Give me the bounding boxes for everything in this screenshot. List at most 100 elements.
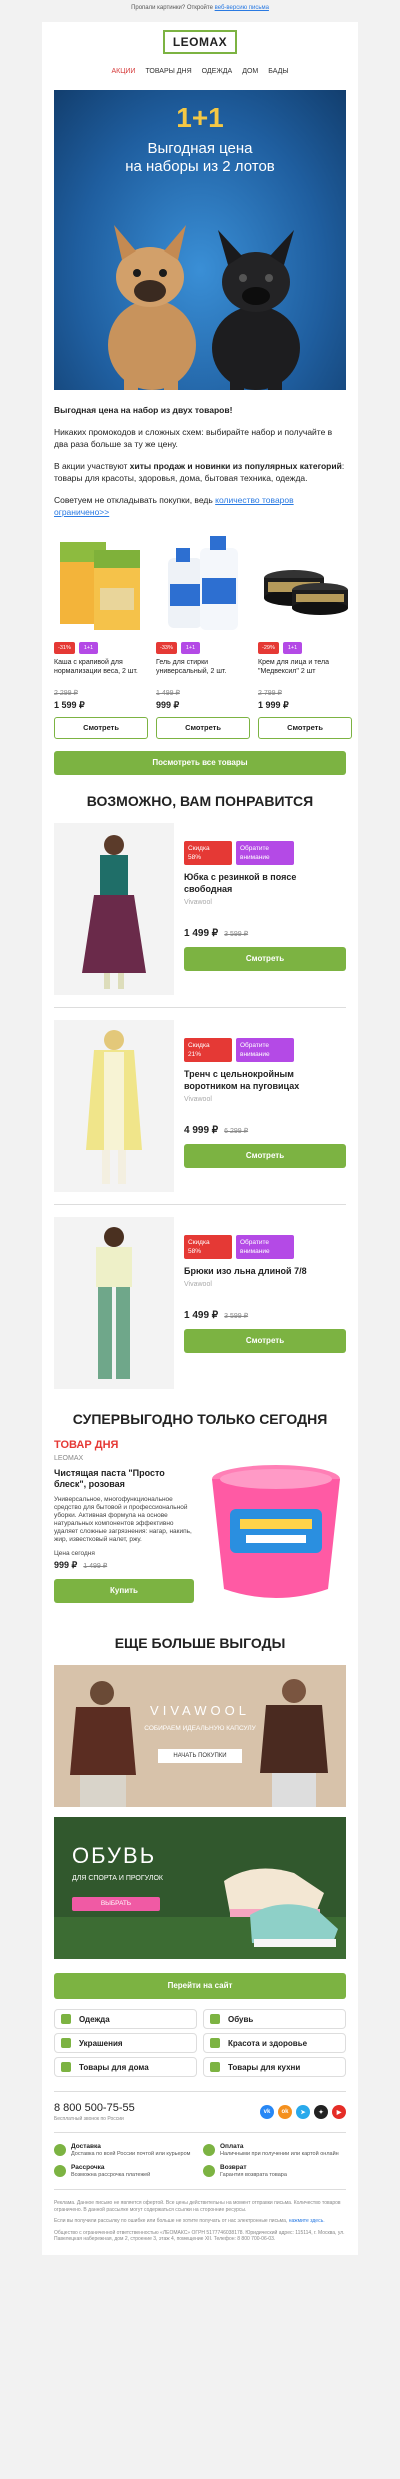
nav-item-home[interactable]: ДОМ bbox=[242, 68, 258, 75]
hero-banner[interactable]: 1+1 Выгодная цена на наборы из 2 лотов bbox=[54, 90, 346, 390]
nav-item-clothes[interactable]: ОДЕЖДА bbox=[202, 68, 233, 75]
rec-name[interactable]: Тренч с цельнокройным воротником на пуго… bbox=[184, 1068, 346, 1092]
category-kitchen[interactable]: Товары для кухни bbox=[203, 2057, 346, 2077]
rec-price-row: 4 999 ₽ 6 299 ₽ bbox=[184, 1125, 346, 1136]
product-old-price: 2 299 ₽ bbox=[54, 690, 78, 697]
rec-old-price: 3 599 ₽ bbox=[224, 931, 249, 938]
house-icon bbox=[61, 2062, 71, 2072]
sale-label: Скидка bbox=[188, 845, 210, 852]
view-all-button[interactable]: Посмотреть все товары bbox=[54, 751, 346, 775]
category-jewelry[interactable]: Украшения bbox=[54, 2033, 197, 2053]
product-badges: -29% 1+1 bbox=[258, 642, 352, 654]
phone-note: Бесплатный звонок по России bbox=[54, 2116, 124, 2122]
deal-price-label: Цена сегодня bbox=[54, 1550, 95, 1557]
category-shoes[interactable]: Обувь bbox=[203, 2009, 346, 2029]
shoe-icon bbox=[210, 2014, 220, 2024]
choose-button[interactable]: ВЫБРАТЬ bbox=[72, 1897, 160, 1911]
divider bbox=[54, 1204, 346, 1205]
category-clothes[interactable]: Одежда bbox=[54, 2009, 197, 2029]
pot-icon bbox=[210, 2062, 220, 2072]
web-version-link[interactable]: веб-версию письма bbox=[215, 5, 269, 11]
logo[interactable]: LEOMAX bbox=[162, 30, 238, 54]
product-image[interactable] bbox=[156, 528, 250, 638]
view-button[interactable]: Смотреть bbox=[258, 717, 352, 739]
rec-badges: Скидка 58% Обратите внимание bbox=[184, 841, 346, 865]
rec-brand: Vivawool bbox=[184, 1281, 212, 1288]
category-label: Обувь bbox=[228, 2014, 254, 2024]
vk-icon[interactable]: vk bbox=[260, 2105, 274, 2119]
product-image[interactable] bbox=[54, 528, 148, 638]
banner-shoes-sub: ДЛЯ СПОРТА И ПРОГУЛОК bbox=[72, 1875, 163, 1882]
features: Доставка Доставка по всей России почтой и… bbox=[42, 2143, 358, 2179]
rec-image[interactable] bbox=[54, 1020, 174, 1192]
legal-text: Реклама. Данное письмо не является оферт… bbox=[42, 2200, 358, 2255]
rec-info: Скидка 58% Обратите внимание Юбка с резинк… bbox=[184, 823, 346, 995]
view-button[interactable]: Смотреть bbox=[156, 717, 250, 739]
rec-item: Скидка 58% Обратите внимание Брюки изо льн… bbox=[42, 1217, 358, 1389]
promo-badge: 1+1 bbox=[180, 642, 201, 654]
feature-return: Возврат Гарантия возврата товара bbox=[203, 2164, 346, 2179]
promo-badge: 1+1 bbox=[282, 642, 303, 654]
rec-price-row: 1 499 ₽ 3 599 ₽ bbox=[184, 1310, 346, 1321]
nav-item-supplements[interactable]: БАДЫ bbox=[268, 68, 288, 75]
unsubscribe-link[interactable]: нажмите здесь. bbox=[289, 2218, 325, 2224]
dress-icon bbox=[61, 2014, 71, 2024]
buy-button[interactable]: Купить bbox=[54, 1579, 194, 1603]
social-links: vk ok ➤ ✦ ▶ bbox=[260, 2105, 346, 2119]
legal-disclaimer: Реклама. Данное письмо не является оферт… bbox=[54, 2200, 341, 2213]
discount-badge: -31% bbox=[54, 642, 75, 654]
sale-percent: 21% bbox=[188, 1051, 202, 1058]
discount-badge: -33% bbox=[156, 642, 177, 654]
rec-view-button[interactable]: Смотреть bbox=[184, 947, 346, 971]
hero-line-1: Выгодная цена bbox=[147, 140, 253, 157]
percent-icon bbox=[54, 2165, 66, 2177]
nav-item-sales[interactable]: АКЦИИ bbox=[111, 68, 135, 75]
dog-fawn-image bbox=[108, 225, 196, 390]
sale-percent: 58% bbox=[188, 1248, 202, 1255]
view-button[interactable]: Смотреть bbox=[54, 717, 148, 739]
telegram-icon[interactable]: ➤ bbox=[296, 2105, 310, 2119]
rec-view-button[interactable]: Смотреть bbox=[184, 1329, 346, 1353]
category-label: Одежда bbox=[79, 2014, 110, 2024]
rec-brand: Vivawool bbox=[184, 899, 212, 906]
rec-badges: Скидка 21% Обратите внимание bbox=[184, 1038, 346, 1062]
rec-old-price: 3 599 ₽ bbox=[224, 1313, 249, 1320]
start-shopping-button[interactable]: НАЧАТЬ ПОКУПКИ bbox=[158, 1749, 242, 1763]
feature-sub: Наличными при получении или картой онлай… bbox=[220, 2151, 339, 2157]
rec-image[interactable] bbox=[54, 1217, 174, 1389]
product-image[interactable] bbox=[258, 528, 352, 638]
youtube-icon[interactable]: ▶ bbox=[332, 2105, 346, 2119]
rec-image[interactable] bbox=[54, 823, 174, 995]
feature-payment: Оплата Наличными при получении или картой… bbox=[203, 2143, 346, 2158]
rec-name[interactable]: Юбка с резинкой в поясе свободная bbox=[184, 871, 346, 895]
rec-price: 1 499 ₽ bbox=[184, 928, 219, 939]
category-home[interactable]: Товары для дома bbox=[54, 2057, 197, 2077]
phone-number[interactable]: 8 800 500-75-55 bbox=[54, 2102, 135, 2114]
rec-brand: Vivawool bbox=[184, 1096, 212, 1103]
unsubscribe-line: Если вы получили рассылку по ошибке или … bbox=[54, 2218, 346, 2225]
deal-image[interactable] bbox=[194, 1439, 346, 1609]
shoes-banner[interactable]: ОБУВЬ ДЛЯ СПОРТА И ПРОГУЛОК ВЫБРАТЬ bbox=[54, 1817, 346, 1959]
intro-p4-start: Советуем не откладывать покупки, ведь bbox=[54, 495, 216, 505]
product-name[interactable]: Гель для стирки универсальный, 2 шт. bbox=[156, 658, 250, 685]
recommend-title: ВОЗМОЖНО, ВАМ ПОНРАВИТСЯ bbox=[86, 793, 314, 809]
product-old-price: 1 499 ₽ bbox=[156, 690, 180, 697]
deal-name[interactable]: Чистящая паста "Просто блеск", розовая bbox=[54, 1468, 194, 1490]
vivawool-banner[interactable]: VIVAWOOL СОБИРАЕМ ИДЕАЛЬНУЮ КАПСУЛУ НАЧА… bbox=[54, 1665, 346, 1807]
deal-tag: ТОВАР ДНЯ bbox=[54, 1439, 119, 1451]
dzen-icon[interactable]: ✦ bbox=[314, 2105, 328, 2119]
product-badges: -31% 1+1 bbox=[54, 642, 148, 654]
ok-icon[interactable]: ok bbox=[278, 2105, 292, 2119]
sale-label: Скидка bbox=[188, 1042, 210, 1049]
go-to-site-button[interactable]: Перейти на сайт bbox=[54, 1973, 346, 1999]
rec-view-button[interactable]: Смотреть bbox=[184, 1144, 346, 1168]
attn-line-2: внимание bbox=[240, 1248, 270, 1255]
nav-item-daily[interactable]: ТОВАРЫ ДНЯ bbox=[145, 68, 191, 75]
feature-sub: Гарантия возврата товара bbox=[220, 2172, 287, 2178]
category-beauty[interactable]: Красота и здоровье bbox=[203, 2033, 346, 2053]
category-label: Товары для дома bbox=[79, 2062, 149, 2072]
product-name[interactable]: Крем для лица и тела "Медвексил" 2 шт bbox=[258, 658, 352, 685]
rec-item: Скидка 58% Обратите внимание Юбка с резинк… bbox=[42, 823, 358, 995]
product-name[interactable]: Каша с крапивой для нормализации веса, 2… bbox=[54, 658, 148, 685]
rec-name[interactable]: Брюки изо льна длиной 7/8 bbox=[184, 1265, 346, 1277]
